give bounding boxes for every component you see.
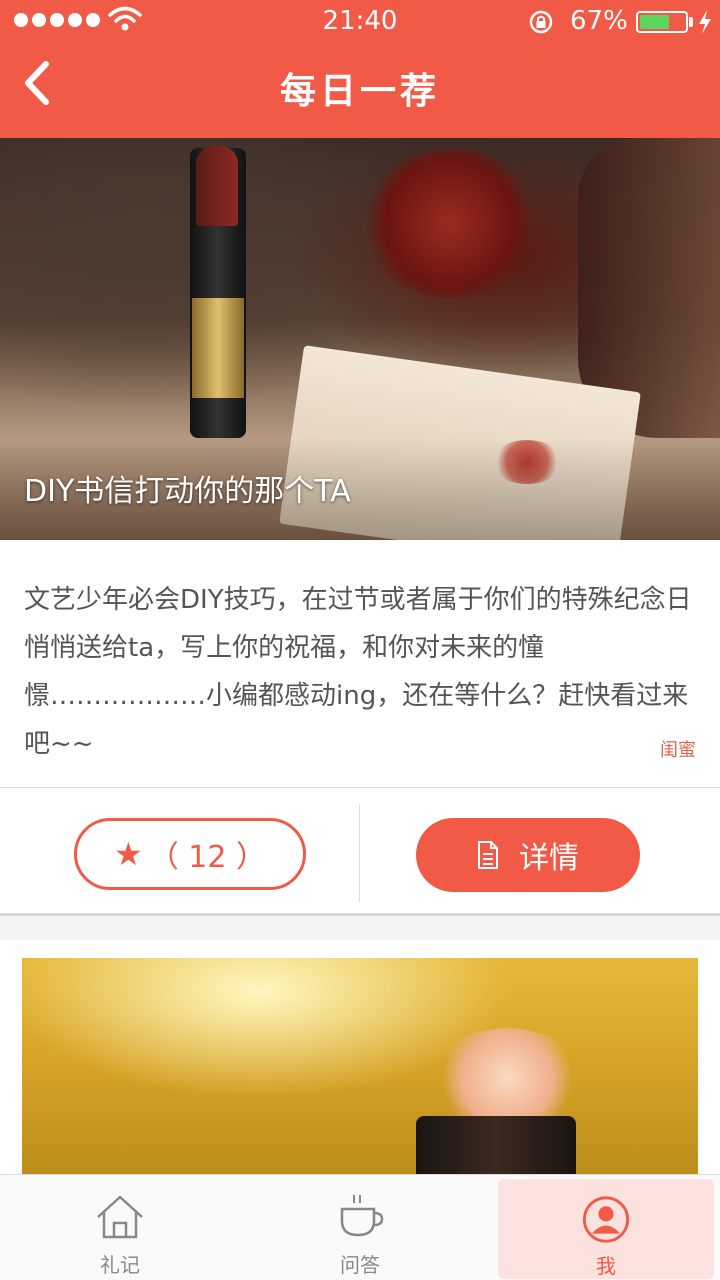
status-bar: 21:40 67%	[0, 0, 720, 42]
tab-label: 问答	[340, 1253, 380, 1277]
tab-qa[interactable]: 问答	[240, 1175, 480, 1280]
tab-bar: 礼记 问答 我	[0, 1174, 720, 1280]
favorite-count: （ 12 ）	[148, 840, 266, 875]
divider	[359, 804, 360, 902]
article-description: 文艺少年必会DIY技巧，在过节或者属于你们的特殊纪念日悄悄送给ta，写上你的祝福…	[24, 585, 692, 759]
hero-caption: DIY书信打动你的那个TA	[24, 474, 351, 509]
cup-icon	[340, 1195, 384, 1237]
favorite-button[interactable]: ★ （ 12 ）	[74, 818, 306, 890]
house-icon	[97, 1195, 143, 1239]
star-icon: ★	[114, 835, 143, 873]
battery-icon	[636, 11, 688, 33]
tab-notes[interactable]: 礼记	[0, 1175, 240, 1280]
tab-me[interactable]: 我	[498, 1179, 714, 1279]
detail-button[interactable]: 详情	[416, 818, 640, 892]
app-header: 21:40 67% 每日一荐	[0, 0, 720, 138]
category-tag[interactable]: 闺蜜	[660, 736, 696, 762]
user-icon	[582, 1196, 630, 1243]
hero-image[interactable]: DIY书信打动你的那个TA	[0, 138, 720, 540]
article-summary: 文艺少年必会DIY技巧，在过节或者属于你们的特殊纪念日悄悄送给ta，写上你的祝福…	[0, 540, 720, 788]
tab-label: 我	[596, 1254, 616, 1278]
document-icon	[478, 841, 498, 869]
recommendation-card[interactable]	[0, 940, 720, 1180]
rotation-lock-icon	[529, 10, 553, 34]
card-image[interactable]	[22, 958, 698, 1180]
battery-percent: 67%	[570, 6, 628, 36]
detail-label: 详情	[519, 841, 579, 876]
action-bar: ★ （ 12 ） 详情	[0, 788, 720, 916]
page-title: 每日一荐	[279, 71, 440, 112]
charging-bolt-icon	[699, 10, 711, 34]
tab-label: 礼记	[100, 1253, 140, 1277]
